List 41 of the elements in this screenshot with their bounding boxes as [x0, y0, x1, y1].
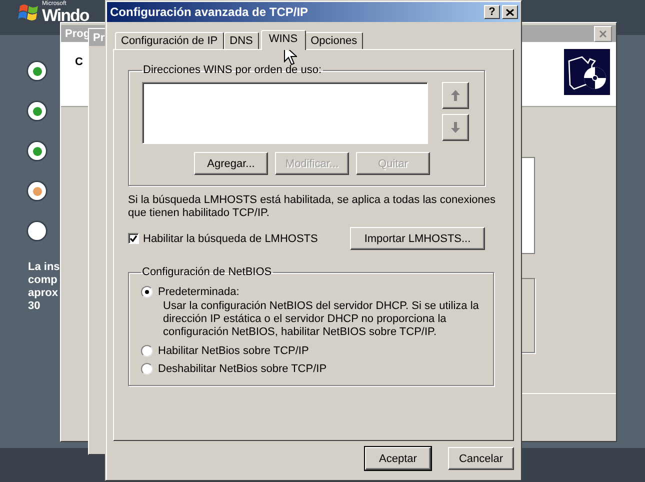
import-button[interactable]: Importar LMHOSTS... — [350, 227, 485, 250]
close-icon — [599, 30, 607, 38]
status-dot — [28, 62, 46, 80]
status-dot — [28, 102, 46, 120]
up-arrow-icon — [451, 90, 460, 101]
button[interactable]: Agregar... — [194, 152, 268, 175]
close-icon — [506, 8, 514, 16]
radio-label[interactable]: Habilitar NetBios sobre TCP/IP — [158, 345, 309, 357]
address-list[interactable] — [142, 82, 428, 144]
logo-text: Windo — [42, 8, 89, 23]
info-text: Si la búsqueda LMHOSTS está habilitada, se aplica a todas las conexiones que tienen habilitado TCP/IP. — [128, 194, 496, 220]
radio-button[interactable] — [141, 345, 153, 357]
tab[interactable]: WINS — [260, 30, 306, 50]
group-title: Direcciones WINS por orden de uso: — [142, 64, 323, 76]
setup-note: La ins comp aprox 30 — [28, 261, 61, 313]
status-dot — [28, 182, 46, 200]
button[interactable]: Cancelar — [448, 447, 514, 470]
close-button[interactable] — [502, 5, 518, 19]
check-icon — [130, 235, 137, 242]
header-text: C — [75, 56, 83, 68]
radio-button[interactable] — [141, 286, 153, 298]
radio-label[interactable]: Deshabilitar NetBios sobre TCP/IP — [158, 363, 327, 375]
status-dot — [28, 222, 46, 240]
tab[interactable]: DNS — [224, 32, 259, 49]
radio-label[interactable]: Predeterminada: — [158, 286, 240, 298]
help-button[interactable]: ? — [484, 5, 500, 19]
move-up-button[interactable] — [442, 82, 469, 109]
checkbox[interactable] — [128, 233, 139, 244]
tab[interactable]: Opciones — [304, 32, 364, 49]
group-title: Configuración de NetBIOS — [141, 266, 273, 278]
checkbox-label[interactable]: Habilitar la búsqueda de LMHOSTS — [143, 232, 318, 244]
tab[interactable]: Configuración de IP — [115, 32, 224, 49]
window-title: Configuración avanzada de TCP/IP — [110, 5, 308, 19]
status-dot — [28, 142, 46, 160]
button[interactable]: Aceptar — [365, 447, 431, 470]
windows-flag-icon — [18, 2, 40, 22]
move-down-button[interactable] — [442, 114, 469, 141]
option-description: Usar la configuración NetBIOS del servidor DHCP. Si se utiliza la dirección IP estática o el servidor DHCP no proporciona la configuración NetBIOS, habilitar NetBIOS sobre TCP/IP. — [163, 300, 480, 339]
radio-button[interactable] — [141, 363, 153, 375]
down-arrow-icon — [451, 122, 460, 133]
window-title: Pr — [93, 32, 105, 44]
